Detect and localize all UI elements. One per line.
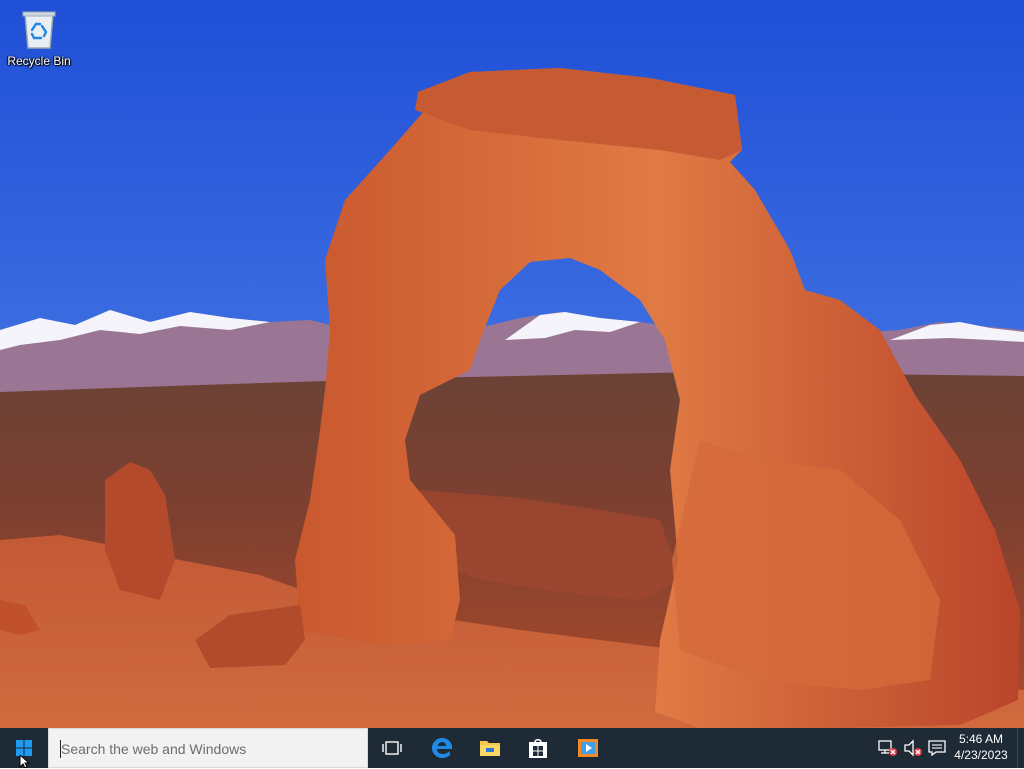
- file-explorer-icon: [480, 741, 500, 756]
- action-center-icon: [928, 740, 946, 756]
- store-taskbar-button[interactable]: [514, 728, 562, 768]
- taskbar-clock[interactable]: 5:46 AM 4/23/2023: [952, 731, 1010, 763]
- recycle-bin-label: Recycle Bin: [7, 54, 71, 68]
- recycle-bin-desktop-icon[interactable]: Recycle Bin: [4, 6, 74, 76]
- taskbar: 5:46 AM 4/23/2023: [0, 728, 1024, 769]
- edge-taskbar-button[interactable]: [418, 728, 466, 768]
- file-explorer-taskbar-button[interactable]: [466, 728, 514, 768]
- search-box[interactable]: [48, 728, 368, 769]
- volume-muted-icon: [904, 739, 922, 757]
- media-player-taskbar-button[interactable]: [564, 728, 612, 768]
- action-center-button[interactable]: [926, 728, 948, 768]
- desktop: Recycle Bin: [0, 0, 1024, 728]
- clock-date: 4/23/2023: [954, 748, 1008, 762]
- media-player-icon: [578, 739, 598, 757]
- network-disconnected-icon: [878, 740, 897, 756]
- task-view-button[interactable]: [368, 728, 416, 768]
- store-icon: [529, 738, 547, 758]
- search-input[interactable]: [59, 729, 359, 769]
- edge-icon: [432, 738, 452, 758]
- desktop-wallpaper: [0, 0, 1024, 728]
- mouse-cursor-icon: [19, 755, 31, 768]
- text-caret: [60, 740, 61, 758]
- clock-time: 5:46 AM: [958, 732, 1004, 746]
- windows-logo-icon: [16, 740, 32, 756]
- volume-tray-button[interactable]: [901, 728, 925, 768]
- task-view-icon: [382, 741, 402, 755]
- network-tray-button[interactable]: [876, 728, 900, 768]
- recycle-bin-icon: [19, 8, 59, 52]
- show-desktop-button[interactable]: [1017, 728, 1024, 768]
